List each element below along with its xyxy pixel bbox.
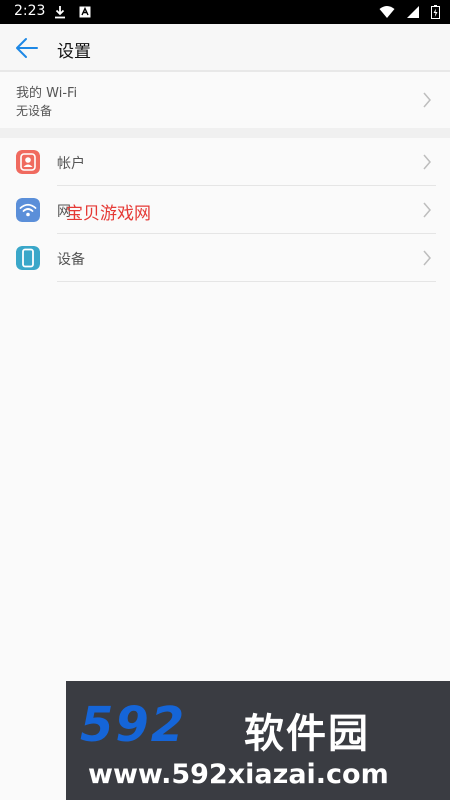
- chevron-right-icon: [423, 92, 431, 108]
- back-arrow-icon[interactable]: [12, 34, 42, 62]
- app-bar: 设置: [0, 24, 450, 72]
- status-right-icons: [379, 5, 440, 19]
- watermark-banner: 592 软件园 www.592xiazai.com: [66, 681, 450, 800]
- page-title: 设置: [57, 42, 91, 62]
- divider: [57, 281, 436, 282]
- wifi-icon: [379, 6, 395, 18]
- chevron-right-icon: [423, 154, 431, 170]
- status-time: 2:23: [14, 3, 46, 19]
- status-bar: 2:23: [0, 0, 450, 24]
- list-item-device[interactable]: 设备: [0, 234, 450, 282]
- wifi-network-icon: [16, 198, 40, 222]
- my-wifi-title: 我的 Wi-Fi: [16, 86, 78, 101]
- banner-brand-text: 软件园: [244, 711, 370, 757]
- account-icon: [16, 150, 40, 174]
- my-wifi-row[interactable]: 我的 Wi-Fi 无设备: [0, 72, 450, 128]
- watermark-text: 宝贝游戏网: [66, 204, 151, 224]
- status-left-icons: [54, 5, 91, 19]
- download-icon: [55, 6, 65, 19]
- notification-icon: [79, 6, 91, 18]
- device-icon: [16, 246, 40, 270]
- chevron-right-icon: [423, 250, 431, 266]
- banner-url: www.592xiazai.com: [88, 759, 389, 790]
- banner-brand-number: 592: [80, 697, 187, 753]
- signal-icon: [406, 6, 419, 18]
- list-item-label: 帐户: [57, 156, 85, 172]
- list-item-account[interactable]: 帐户: [0, 138, 450, 186]
- battery-icon: [431, 5, 440, 19]
- section-separator: [0, 128, 450, 138]
- list-item-label: 设备: [57, 252, 85, 268]
- my-wifi-subtitle: 无设备: [16, 104, 53, 118]
- chevron-right-icon: [423, 202, 431, 218]
